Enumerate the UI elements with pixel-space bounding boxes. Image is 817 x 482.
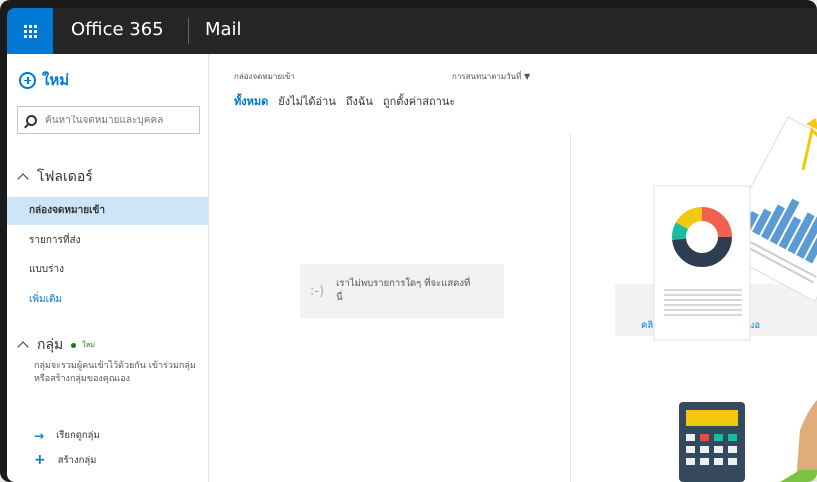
top-bar: Office 365 Mail bbox=[7, 8, 817, 54]
folders-header-label: โฟลเดอร์ bbox=[37, 169, 93, 185]
groups-header-label: กลุ่ม bbox=[37, 337, 64, 353]
reading-placeholder-text: ยการที่จะอ่ bbox=[683, 300, 728, 311]
message-list: กล่องจดหมายเข้า การสนทนาตามวันที่ ▼ ทั้ง… bbox=[210, 54, 570, 482]
empty-state: :-) เราไม่พบรายการใดๆ ที่จะแสดงที่นี่ bbox=[300, 264, 504, 318]
browse-groups-label: เรียกดูกลุ่ม bbox=[56, 430, 100, 441]
tab-unread[interactable]: ยังไม่ได้อ่าน bbox=[278, 92, 336, 110]
new-indicator-dot bbox=[71, 342, 77, 348]
new-message-label: ใหม่ bbox=[42, 71, 70, 89]
folders-header[interactable]: โฟลเดอร์ bbox=[17, 166, 93, 188]
brand-title[interactable]: Office 365 bbox=[71, 19, 164, 40]
sort-dropdown[interactable]: การสนทนาตามวันที่ ▼ bbox=[452, 70, 530, 83]
create-group-link[interactable]: + สร้างกลุ่ม bbox=[34, 452, 96, 468]
app-name: Mail bbox=[205, 19, 242, 40]
folder-item-inbox[interactable]: กล่องจดหมายเข้า bbox=[7, 197, 209, 225]
empty-state-text: เราไม่พบรายการใดๆ ที่จะแสดงที่นี่ bbox=[336, 278, 471, 303]
folder-item-sent[interactable]: รายการที่ส่ง bbox=[7, 227, 209, 255]
groups-new-badge: ใหม่ bbox=[82, 340, 95, 349]
filter-tabs: ทั้งหมด ยังไม่ได้อ่าน ถึงฉัน ถูกตั้งค่าส… bbox=[234, 92, 465, 110]
new-message-button[interactable]: ใหม่ bbox=[19, 68, 69, 92]
tab-all[interactable]: ทั้งหมด bbox=[234, 92, 268, 110]
create-group-label: สร้างกลุ่ม bbox=[57, 454, 97, 466]
folder-item-more[interactable]: เพิ่มเติม bbox=[7, 286, 209, 314]
groups-description: กลุ่มจะรวมผู้คนเข้าไว้ด้วยกัน เข้าร่วมกล… bbox=[34, 361, 196, 384]
topbar-divider bbox=[188, 18, 189, 44]
tab-flagged[interactable]: ถูกตั้งค่าสถานะ bbox=[383, 92, 455, 110]
left-navigation: ใหม่ โฟลเดอร์ กล่องจดหมายเข้า รายการที่ส… bbox=[7, 54, 209, 482]
chevron-up-icon bbox=[17, 173, 29, 185]
device-frame: Office 365 Mail ใหม่ โฟลเดอร์ กล่องจดหมา… bbox=[0, 0, 817, 482]
reading-link-start: คลิ bbox=[641, 320, 654, 331]
groups-header[interactable]: กลุ่ม ใหม่ bbox=[17, 334, 95, 356]
folder-title: กล่องจดหมายเข้า bbox=[234, 72, 295, 81]
app-launcher-button[interactable] bbox=[7, 8, 53, 54]
search-icon bbox=[26, 114, 37, 126]
arrow-right-icon: → bbox=[34, 428, 45, 443]
chevron-up-icon bbox=[17, 341, 29, 353]
plus-icon: + bbox=[34, 452, 46, 468]
reading-link-end[interactable]: รแรกเสมอ bbox=[717, 318, 760, 333]
folder-item-drafts[interactable]: แบบร่าง bbox=[7, 256, 209, 284]
add-circle-icon bbox=[19, 71, 36, 89]
screen: Office 365 Mail ใหม่ โฟลเดอร์ กล่องจดหมา… bbox=[7, 8, 817, 482]
search-box[interactable] bbox=[17, 106, 200, 134]
reading-pane: ยการที่จะอ่ คลิ รแรกเสมอ bbox=[571, 54, 817, 482]
tab-to-me[interactable]: ถึงฉัน bbox=[346, 92, 373, 110]
smiley-icon: :-) bbox=[310, 283, 325, 299]
browse-groups-link[interactable]: → เรียกดูกลุ่ม bbox=[34, 428, 100, 443]
waffle-icon bbox=[23, 24, 37, 38]
search-input[interactable] bbox=[45, 114, 195, 126]
